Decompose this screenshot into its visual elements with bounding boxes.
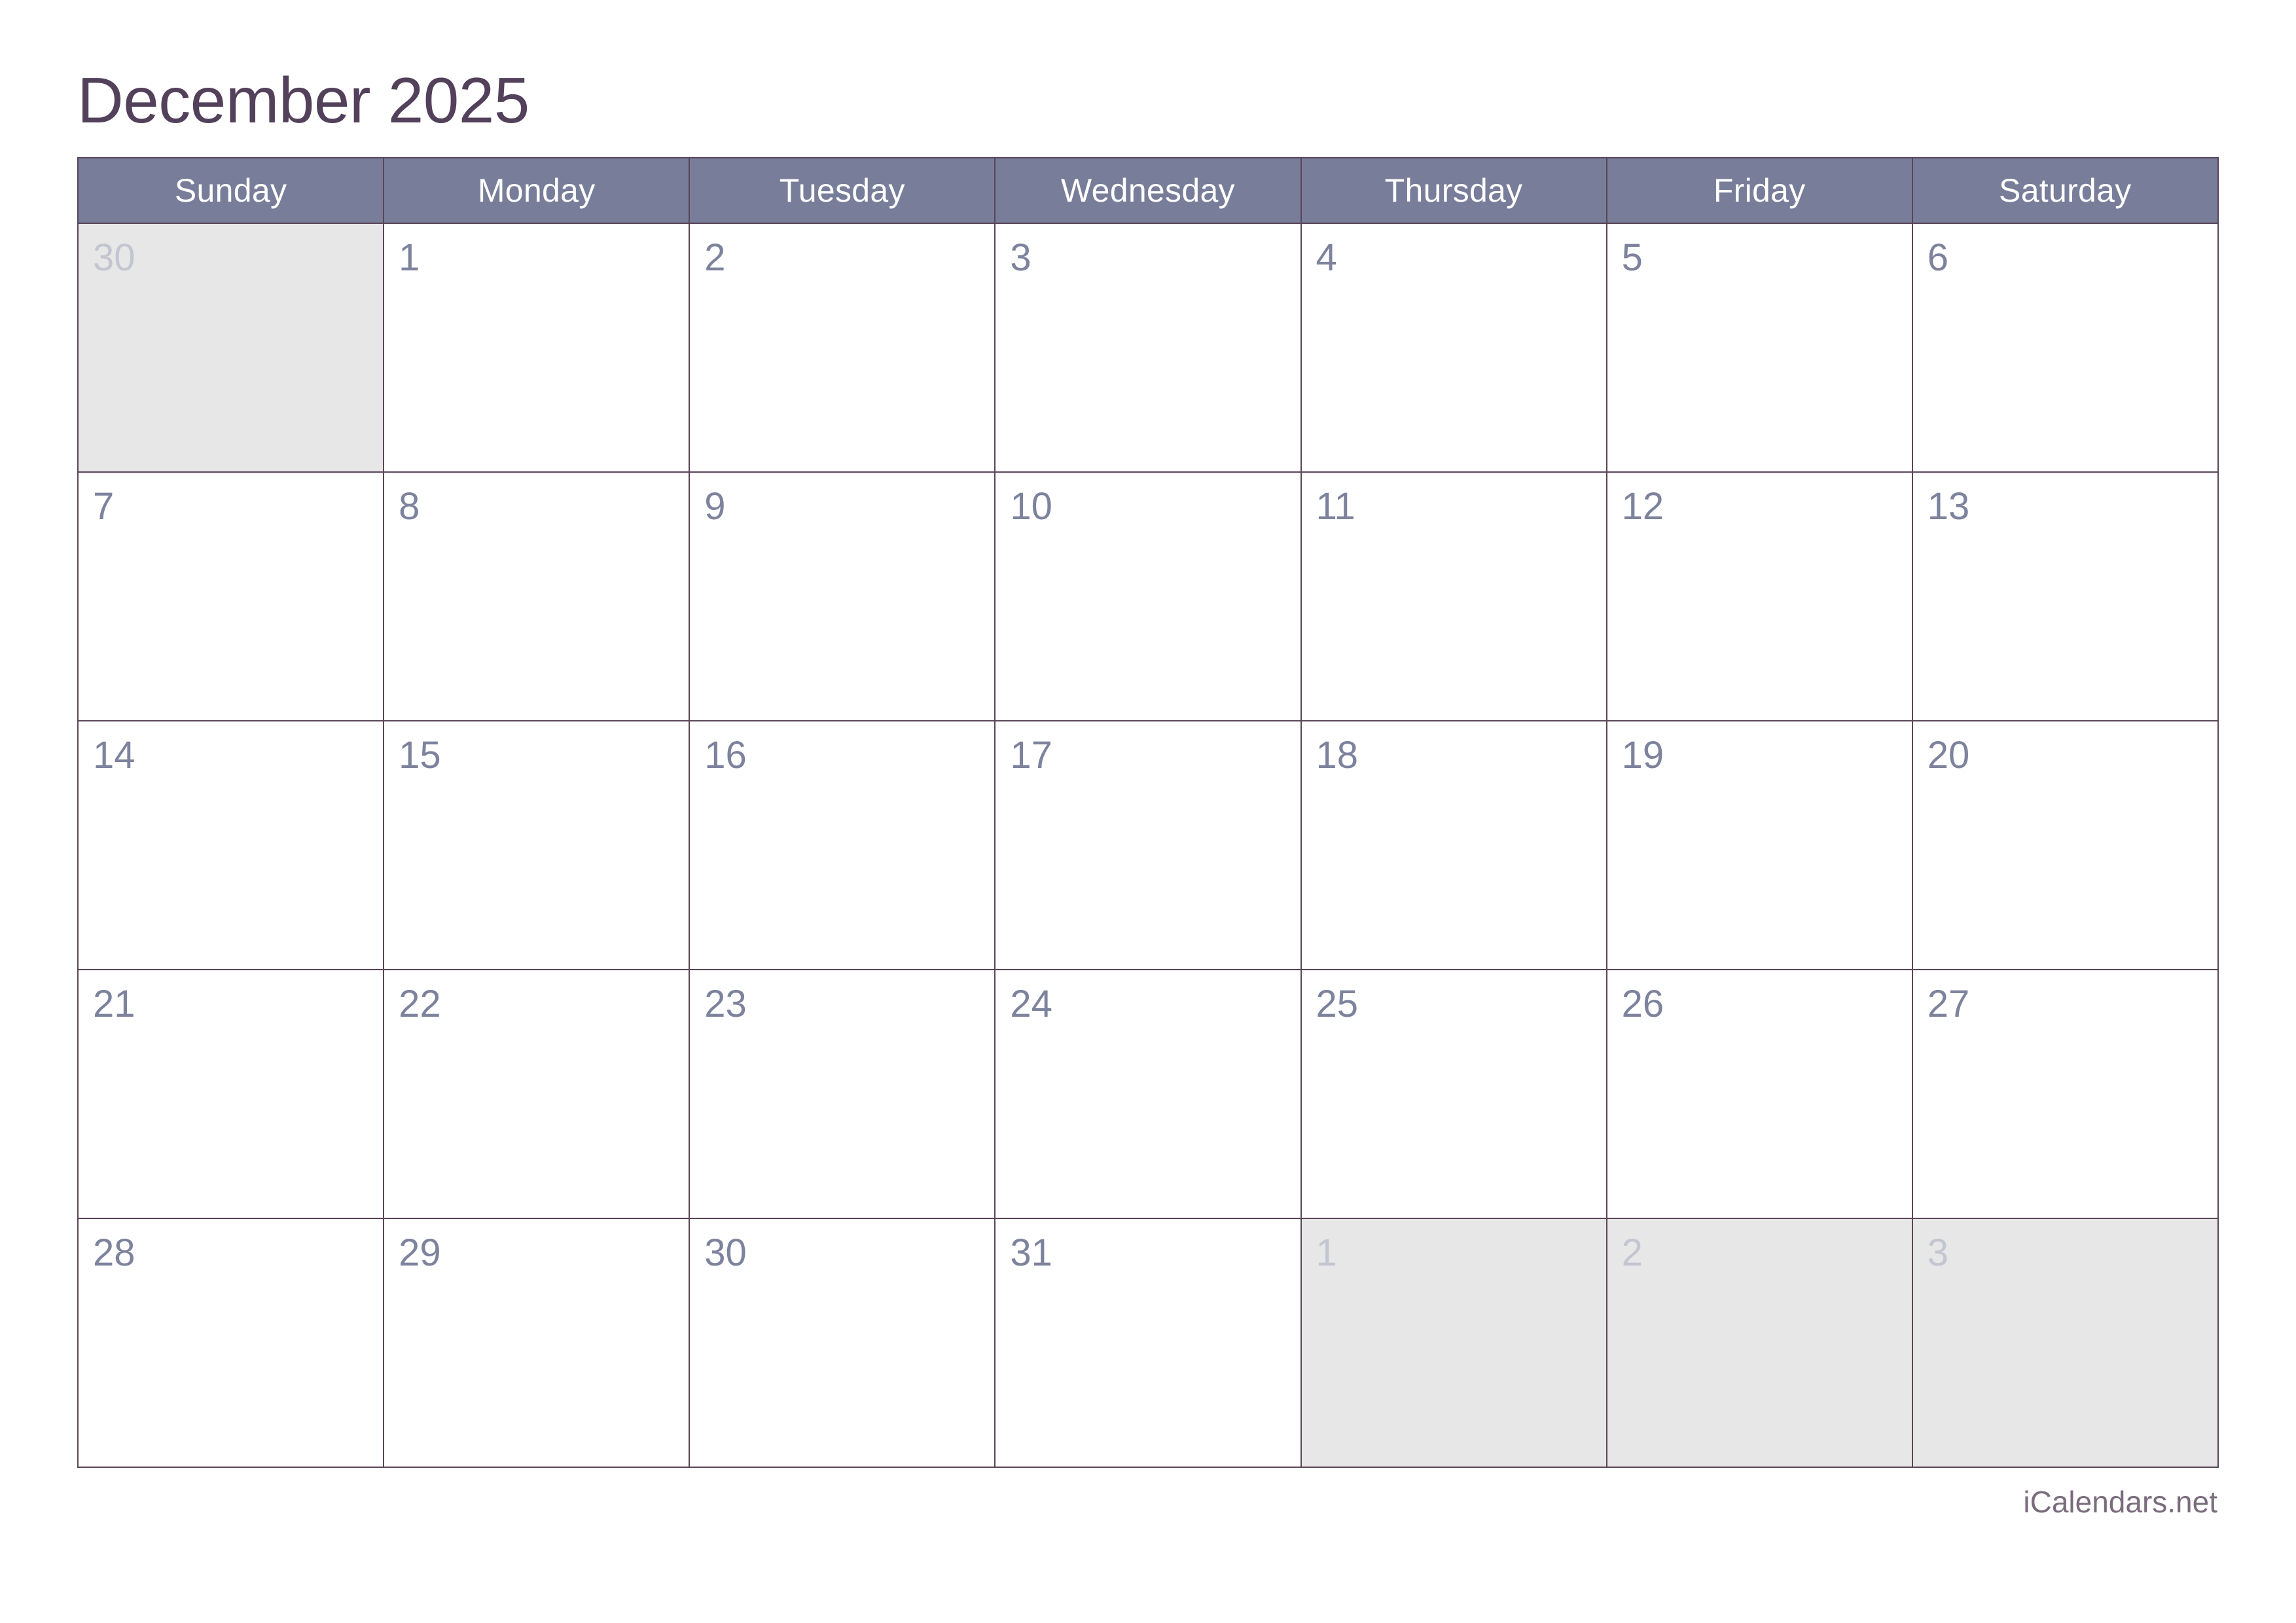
calendar-day-cell[interactable]: 10: [994, 471, 1302, 721]
calendar-day-cell[interactable]: 28: [77, 1218, 385, 1468]
calendar-day-cell[interactable]: 14: [77, 720, 385, 970]
calendar-day-cell[interactable]: 8: [383, 471, 691, 721]
footer-attribution: iCalendars.net: [2023, 1485, 2217, 1519]
weekday-header-friday: Friday: [1605, 157, 1913, 224]
calendar-day-cell[interactable]: 3: [1911, 1218, 2219, 1468]
calendar-day-cell[interactable]: 20: [1911, 720, 2219, 970]
calendar-day-cell[interactable]: 3: [994, 223, 1302, 473]
calendar-day-cell[interactable]: 5: [1605, 223, 1913, 473]
calendar-day-number: 21: [93, 983, 135, 1025]
weekday-header-saturday: Saturday: [1911, 157, 2219, 224]
calendar-day-cell[interactable]: 1: [1300, 1218, 1607, 1468]
calendar-week-row: 21 22 23 24 25 26 27: [77, 969, 2219, 1219]
calendar-day-number: 29: [399, 1231, 441, 1274]
calendar-day-number: 4: [1316, 236, 1337, 279]
calendar-day-cell[interactable]: 6: [1911, 223, 2219, 473]
calendar-week-row: 30 1 2 3 4 5 6: [77, 223, 2219, 473]
calendar-day-number: 17: [1010, 734, 1052, 776]
calendar-day-cell[interactable]: 13: [1911, 471, 2219, 721]
calendar-day-number: 30: [93, 236, 135, 279]
calendar-day-number: 3: [1927, 1231, 1949, 1274]
calendar-week-row: 28 29 30 31 1 2 3: [77, 1218, 2219, 1468]
calendar-day-number: 3: [1010, 236, 1031, 279]
calendar-day-number: 12: [1621, 485, 1664, 528]
calendar-day-number: 1: [399, 236, 420, 279]
calendar-day-cell[interactable]: 11: [1300, 471, 1607, 721]
calendar-day-cell[interactable]: 15: [383, 720, 691, 970]
calendar-day-number: 10: [1010, 485, 1052, 528]
calendar-day-number: 19: [1621, 734, 1664, 776]
calendar-day-cell[interactable]: 18: [1300, 720, 1607, 970]
calendar-day-number: 6: [1927, 236, 1949, 279]
calendar-day-number: 25: [1316, 983, 1359, 1025]
calendar-body: 30 1 2 3 4 5 6 7 8 9 10 11 12 13 14 15 16 17 18 19 20 21 22 23 2…: [77, 223, 2219, 1468]
calendar-day-number: 26: [1621, 983, 1664, 1025]
calendar-page: December 2025 Sunday Monday Tuesday Wedn…: [0, 0, 2296, 1623]
calendar-day-cell[interactable]: 12: [1605, 471, 1913, 721]
weekday-header-monday: Monday: [383, 157, 691, 224]
calendar-day-cell[interactable]: 1: [383, 223, 691, 473]
calendar-day-cell[interactable]: 25: [1300, 969, 1607, 1219]
calendar-day-cell[interactable]: 7: [77, 471, 385, 721]
calendar-day-cell[interactable]: 17: [994, 720, 1302, 970]
calendar-day-number: 2: [1621, 1231, 1643, 1274]
calendar-day-number: 23: [704, 983, 747, 1025]
calendar-day-number: 16: [704, 734, 747, 776]
calendar-day-cell[interactable]: 29: [383, 1218, 691, 1468]
calendar-day-cell[interactable]: 21: [77, 969, 385, 1219]
calendar-day-number: 22: [399, 983, 441, 1025]
calendar-week-row: 14 15 16 17 18 19 20: [77, 720, 2219, 970]
weekday-header-wednesday: Wednesday: [994, 157, 1302, 224]
calendar-day-number: 9: [704, 485, 726, 528]
calendar-day-number: 31: [1010, 1231, 1052, 1274]
calendar-day-cell[interactable]: 4: [1300, 223, 1607, 473]
calendar-day-cell[interactable]: 23: [689, 969, 996, 1219]
calendar-day-number: 7: [93, 485, 115, 528]
calendar-day-number: 2: [704, 236, 726, 279]
calendar-day-number: 20: [1927, 734, 1970, 776]
calendar-day-cell[interactable]: 31: [994, 1218, 1302, 1468]
calendar-day-number: 15: [399, 734, 441, 776]
calendar-day-cell[interactable]: 24: [994, 969, 1302, 1219]
weekday-header-thursday: Thursday: [1300, 157, 1607, 224]
calendar-day-cell[interactable]: 19: [1605, 720, 1913, 970]
calendar-week-row: 7 8 9 10 11 12 13: [77, 471, 2219, 721]
calendar-day-cell[interactable]: 9: [689, 471, 996, 721]
calendar-day-cell[interactable]: 2: [1605, 1218, 1913, 1468]
calendar-day-number: 30: [704, 1231, 747, 1274]
calendar-day-cell[interactable]: 2: [689, 223, 996, 473]
calendar-grid: Sunday Monday Tuesday Wednesday Thursday…: [77, 157, 2219, 1468]
calendar-day-number: 18: [1316, 734, 1359, 776]
calendar-day-cell[interactable]: 30: [77, 223, 385, 473]
calendar-day-number: 11: [1316, 485, 1355, 528]
calendar-day-number: 14: [93, 734, 135, 776]
weekday-header-tuesday: Tuesday: [689, 157, 996, 224]
page-title: December 2025: [77, 64, 529, 136]
calendar-day-number: 27: [1927, 983, 1970, 1025]
calendar-day-number: 5: [1621, 236, 1643, 279]
weekday-header-sunday: Sunday: [77, 157, 385, 224]
calendar-day-number: 28: [93, 1231, 135, 1274]
calendar-day-cell[interactable]: 26: [1605, 969, 1913, 1219]
calendar-day-cell[interactable]: 22: [383, 969, 691, 1219]
calendar-day-number: 13: [1927, 485, 1970, 528]
weekday-header-row: Sunday Monday Tuesday Wednesday Thursday…: [77, 157, 2219, 224]
calendar-day-number: 8: [399, 485, 420, 528]
calendar-day-cell[interactable]: 27: [1911, 969, 2219, 1219]
calendar-day-cell[interactable]: 30: [689, 1218, 996, 1468]
calendar-day-number: 24: [1010, 983, 1052, 1025]
calendar-day-number: 1: [1316, 1231, 1337, 1274]
calendar-day-cell[interactable]: 16: [689, 720, 996, 970]
